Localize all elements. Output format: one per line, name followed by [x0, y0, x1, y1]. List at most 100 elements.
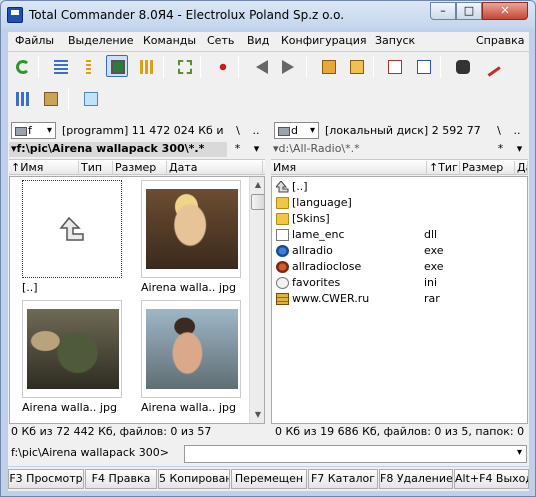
unpack-button[interactable]: [346, 56, 368, 78]
list-item[interactable]: allradioclose exe: [274, 259, 526, 275]
clipboard-icon: [44, 92, 58, 106]
menu-view[interactable]: Вид: [247, 34, 269, 47]
close-button[interactable]: ✕: [482, 2, 528, 20]
right-col-type[interactable]: ↑Тиг: [427, 161, 460, 175]
f5-copy-button[interactable]: 5 Копирован: [158, 469, 230, 489]
left-drive-select[interactable]: f: [11, 122, 56, 139]
sparkle-icon: [216, 60, 230, 74]
app-icon: [276, 261, 289, 273]
compare-button[interactable]: [212, 56, 234, 78]
command-input[interactable]: [184, 445, 527, 463]
right-file-list[interactable]: [..] [language] [Skins] lame_enc dll all…: [271, 176, 528, 424]
list-item[interactable]: lame_enc dll: [274, 227, 526, 243]
refresh-icon: [16, 60, 30, 74]
list-item[interactable]: [..]: [274, 179, 526, 195]
thumb-item-parent[interactable]: [..]: [22, 180, 122, 300]
left-drive-info: [programm] 11 472 024 Кб и: [62, 124, 224, 137]
file-name: [Skins]: [292, 212, 330, 225]
scroll-up-icon[interactable]: ▲: [250, 177, 264, 193]
left-history-button[interactable]: ▾: [248, 142, 265, 157]
pack-button[interactable]: [318, 56, 340, 78]
thumb-frame: [141, 300, 241, 398]
forward-button[interactable]: [278, 56, 300, 78]
invert-selection-button[interactable]: [174, 56, 196, 78]
right-column-header: Имя ↑Тиг Размер Да: [271, 159, 528, 175]
thumb-label: [..]: [22, 281, 38, 294]
right-path[interactable]: ▾d:\All-Radio\*.*: [271, 142, 491, 157]
left-col-size[interactable]: Размер: [113, 161, 167, 175]
menu-configuration[interactable]: Конфигурация: [281, 34, 367, 47]
url-button[interactable]: [413, 56, 435, 78]
left-col-type[interactable]: Тип: [79, 161, 113, 175]
full-list-icon: [86, 60, 91, 74]
maximize-button[interactable]: □: [456, 2, 482, 20]
arrow-right-icon: [282, 60, 294, 74]
title-bar[interactable]: Total Commander 8.0Я4 - Electrolux Polan…: [1, 1, 535, 29]
right-col-date[interactable]: Да: [515, 161, 528, 175]
right-filter-button[interactable]: *: [492, 142, 509, 157]
f7-mkdir-button[interactable]: F7 Каталог: [308, 469, 378, 489]
left-path[interactable]: ▾f:\pic\Airena wallapack 300\*.*: [9, 142, 227, 157]
f4-edit-button[interactable]: F4 Правка: [85, 469, 157, 489]
list-item[interactable]: www.CWER.ru rar: [274, 291, 526, 307]
f8-delete-button[interactable]: F8 Удаление: [379, 469, 453, 489]
ftp-icon: [388, 60, 402, 74]
file-name: allradioclose: [292, 260, 362, 273]
thumbnail-view-button[interactable]: [106, 55, 128, 77]
scroll-down-icon[interactable]: ▼: [250, 407, 264, 423]
copy-names-button[interactable]: [40, 88, 62, 110]
menu-files[interactable]: Файлы: [15, 34, 54, 47]
thumb-item-image[interactable]: Airena walla.. jpg: [22, 300, 122, 420]
binoculars-icon: [456, 60, 470, 74]
brief-view-button[interactable]: [50, 56, 72, 78]
f3-view-button[interactable]: F3 Просмотр: [8, 469, 84, 489]
f6-move-button[interactable]: Перемещен: [231, 469, 307, 489]
multi-rename-button[interactable]: [480, 56, 502, 78]
right-root-button[interactable]: \: [491, 122, 507, 139]
command-path: f:\pic\Airena wallapack 300>: [11, 446, 169, 459]
thumb-frame: [141, 180, 241, 278]
right-drive-bar: d [локальный диск] 2 592 77 \ ..: [271, 120, 529, 140]
right-up-button[interactable]: ..: [509, 122, 525, 139]
refresh-button[interactable]: [12, 56, 34, 78]
menu-selection[interactable]: Выделение: [68, 34, 134, 47]
file-ext: dll: [424, 228, 438, 241]
selection-icon: [178, 60, 192, 74]
right-drive-select[interactable]: d: [274, 122, 319, 139]
right-col-name[interactable]: Имя: [271, 161, 427, 175]
left-file-list[interactable]: [..] Airena walla.. jpg Airena walla.. j…: [9, 176, 265, 424]
list-item[interactable]: [Skins]: [274, 211, 526, 227]
left-root-button[interactable]: \: [230, 122, 246, 139]
menu-network[interactable]: Сеть: [207, 34, 234, 47]
alt-f4-exit-button[interactable]: Alt+F4 Выход: [454, 469, 529, 489]
menu-bar: Файлы Выделение Команды Сеть Вид Конфигу…: [8, 32, 529, 51]
list-item[interactable]: favorites ini: [274, 275, 526, 291]
list-item[interactable]: allradio exe: [274, 243, 526, 259]
full-view-button[interactable]: [78, 56, 100, 78]
thumb-item-image[interactable]: Airena walla.. jpg: [141, 300, 241, 420]
right-history-button[interactable]: ▾: [511, 142, 528, 157]
left-status: 0 Кб из 72 442 Кб, файлов: 0 из 57: [11, 425, 212, 438]
right-col-size[interactable]: Размер: [460, 161, 515, 175]
thumb-item-image[interactable]: Airena walla.. jpg: [141, 180, 241, 300]
menu-help[interactable]: Справка: [476, 34, 524, 47]
left-col-date[interactable]: Дата: [167, 161, 263, 175]
back-button[interactable]: [252, 56, 274, 78]
floppy-disk-icon[interactable]: [7, 7, 23, 23]
thumb-frame: [22, 180, 122, 278]
ftp-button[interactable]: [384, 56, 406, 78]
left-filter-button[interactable]: *: [229, 142, 246, 157]
left-up-button[interactable]: ..: [248, 122, 264, 139]
left-scrollbar[interactable]: ▲ ▼: [249, 177, 264, 423]
list-item[interactable]: [language]: [274, 195, 526, 211]
minimize-button[interactable]: –: [430, 2, 456, 20]
menu-commands[interactable]: Команды: [143, 34, 196, 47]
scroll-thumb[interactable]: [251, 194, 264, 210]
tree-view-button[interactable]: [136, 56, 158, 78]
find-button[interactable]: [452, 56, 474, 78]
notepad-button[interactable]: [80, 88, 102, 110]
right-status: 0 Кб из 19 686 Кб, файлов: 0 из 5, папок…: [275, 425, 525, 438]
sync-dirs-button[interactable]: [12, 88, 34, 110]
menu-launch[interactable]: Запуск: [375, 34, 415, 47]
left-col-name[interactable]: ↑Имя: [9, 161, 79, 175]
